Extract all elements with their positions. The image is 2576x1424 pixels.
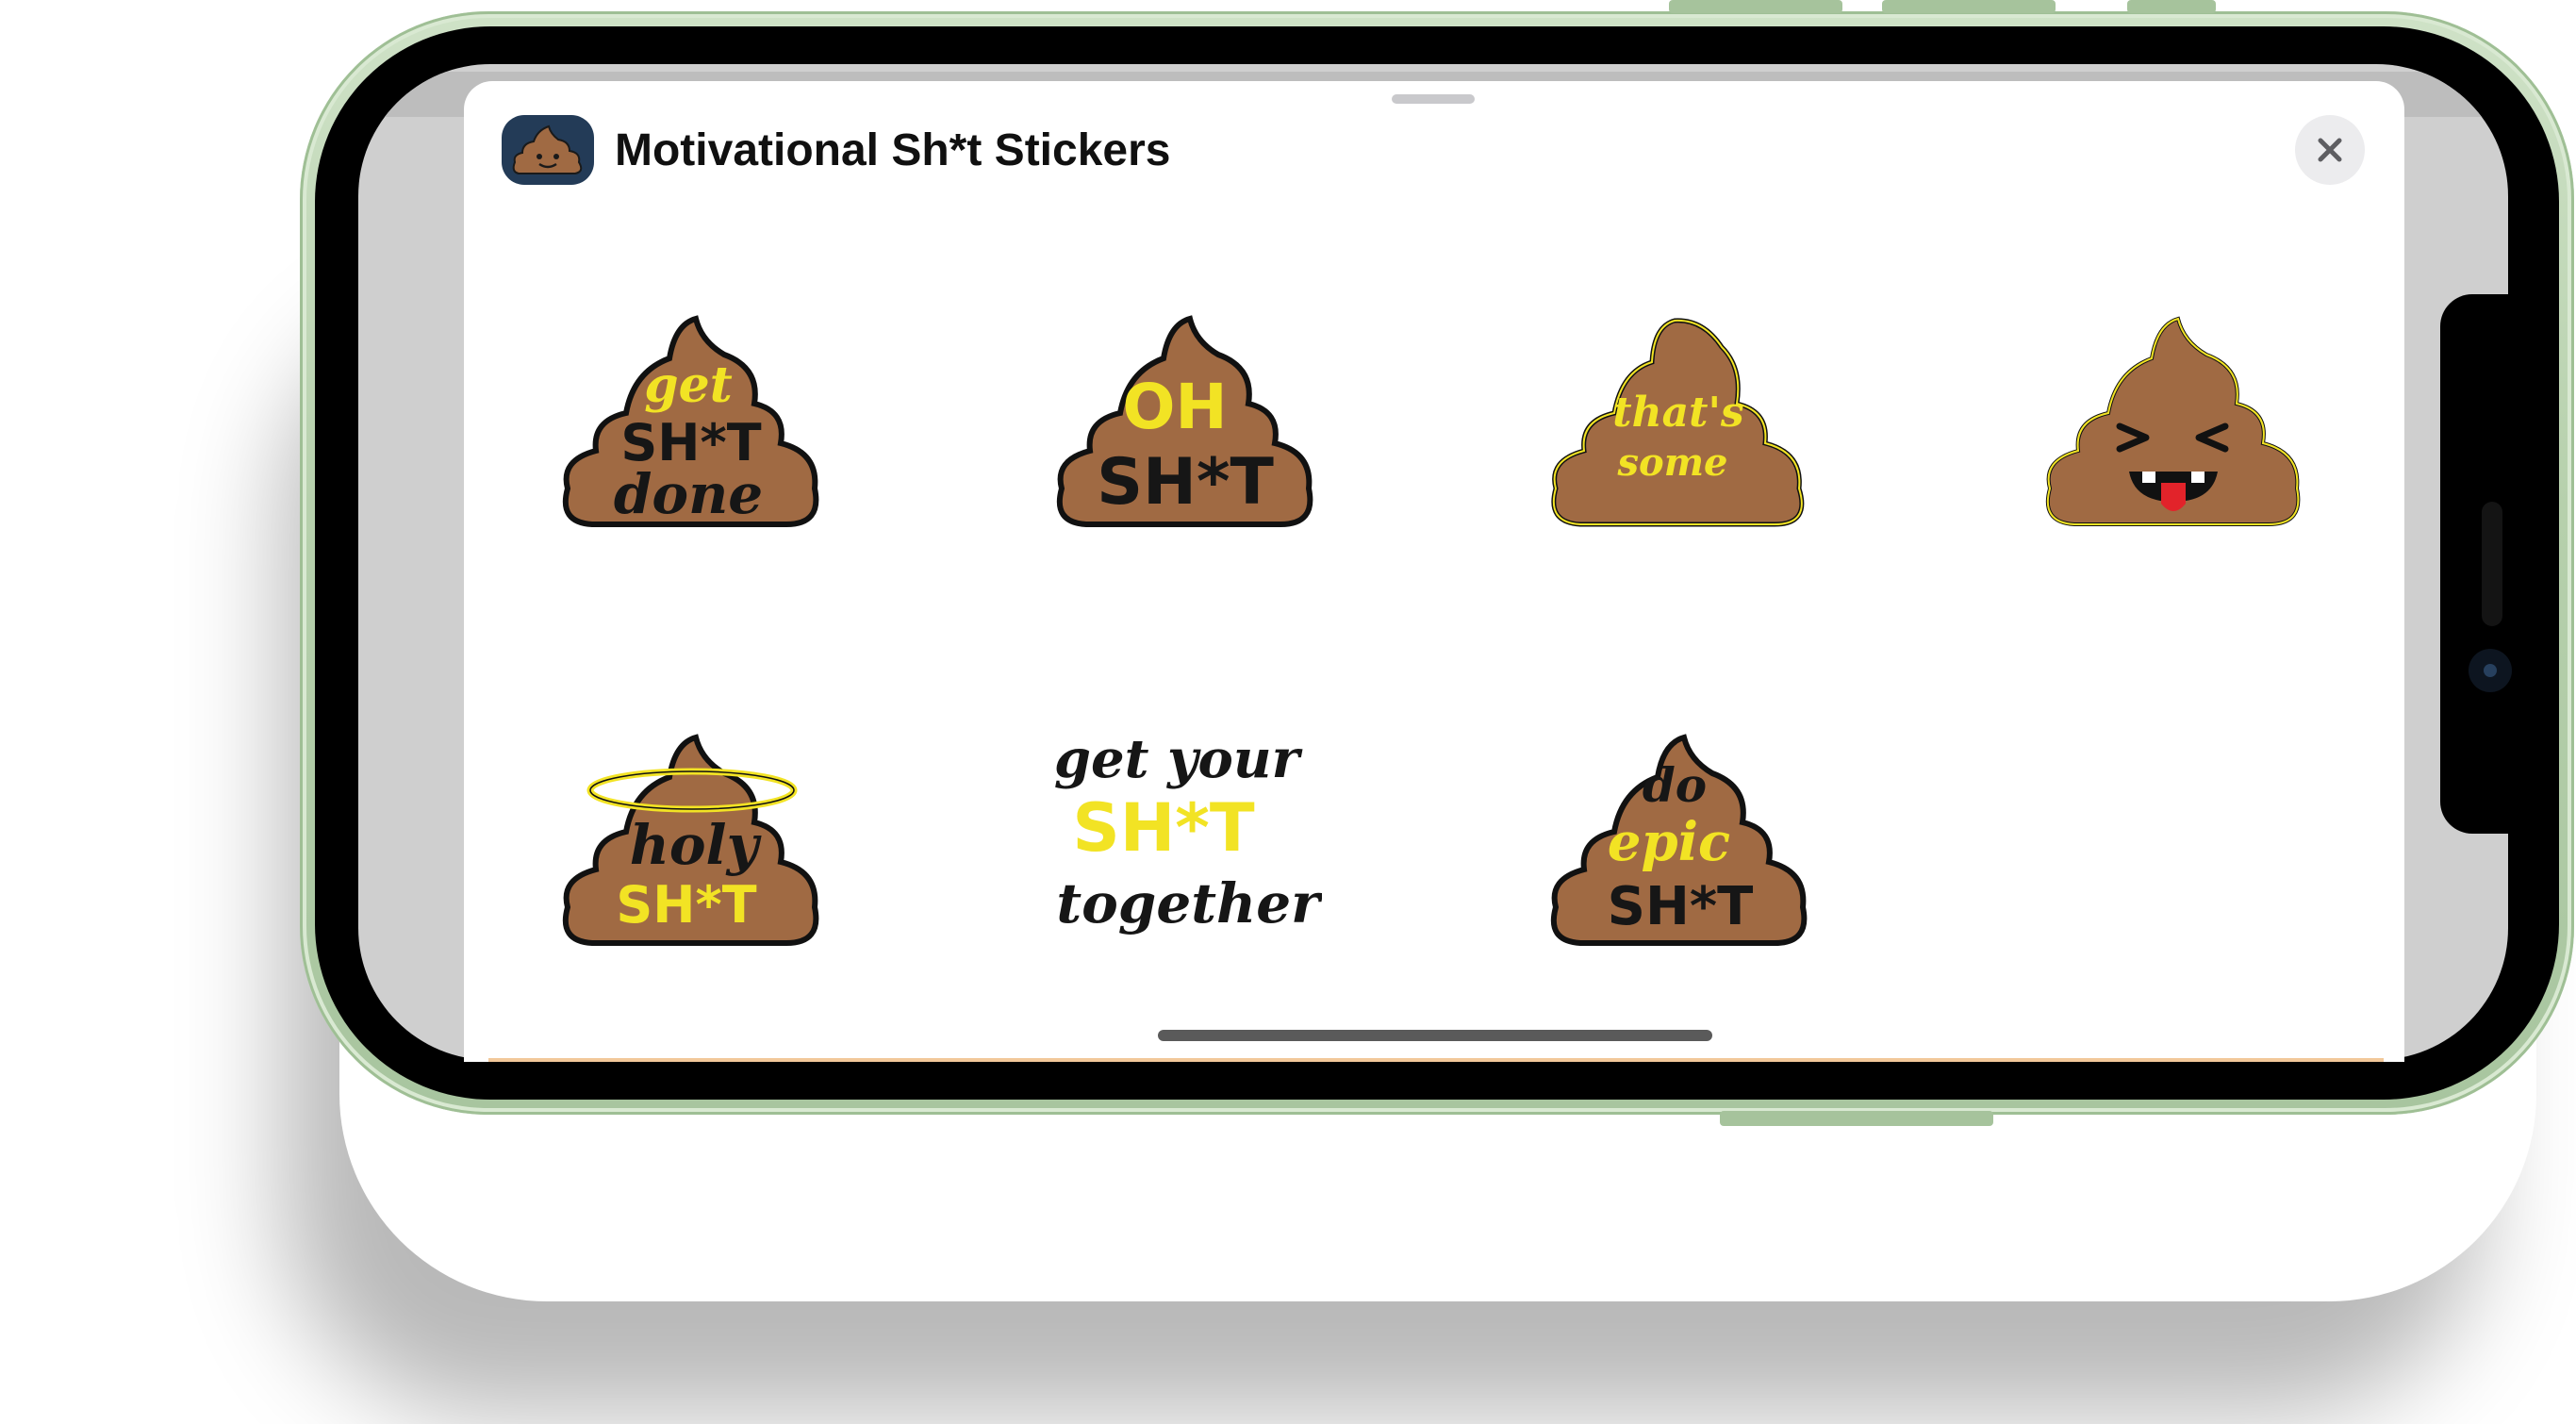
sticker-thats-some[interactable]: that's some — [1543, 309, 1816, 536]
sticker-get-shit-done[interactable]: get SH*T done — [554, 309, 828, 536]
volume-up-button — [1669, 0, 1842, 13]
sticker-get-your-shit-together[interactable]: get your SH*T together — [1049, 728, 1322, 954]
home-indicator[interactable] — [1158, 1030, 1712, 1041]
page-title: Motivational Sh*t Stickers — [615, 125, 1171, 175]
silent-switch — [2127, 0, 2216, 13]
sticker-line: done — [614, 462, 763, 526]
sticker-line: get — [644, 356, 732, 414]
sticker-holy-shit[interactable]: holy SH*T — [554, 728, 828, 954]
sticker-line: SH*T — [1097, 445, 1274, 520]
close-icon — [2318, 138, 2342, 162]
volume-down-button — [1882, 0, 2056, 13]
close-button[interactable] — [2295, 115, 2365, 185]
sticker-line: SH*T — [1608, 876, 1754, 937]
power-button — [1720, 1111, 1993, 1126]
sticker-line: some — [1617, 440, 1728, 485]
sticker-line: holy — [630, 813, 763, 877]
sticker-line: do — [1643, 757, 1707, 813]
sticker-line: epic — [1608, 811, 1730, 873]
camera-lens — [2484, 664, 2497, 677]
speaker-slot — [2482, 502, 2502, 626]
tongue — [2161, 483, 2186, 511]
sticker-tongue-face[interactable] — [2037, 309, 2310, 536]
sticker-line: OH — [1122, 371, 1227, 443]
app-icon — [502, 115, 594, 185]
sticker-line: get your — [1054, 728, 1303, 790]
sticker-line: that's — [1612, 389, 1743, 437]
sticker-line: SH*T — [616, 875, 756, 935]
sticker-line: together — [1056, 871, 1322, 936]
sheet-bottom-edge — [488, 1058, 2384, 1062]
sticker-line: SH*T — [1072, 789, 1255, 867]
sticker-do-epic-shit[interactable]: do epic SH*T — [1543, 728, 1816, 954]
sheet-grabber[interactable] — [1392, 94, 1475, 104]
sticker-oh-shit[interactable]: OH SH*T — [1049, 309, 1322, 536]
